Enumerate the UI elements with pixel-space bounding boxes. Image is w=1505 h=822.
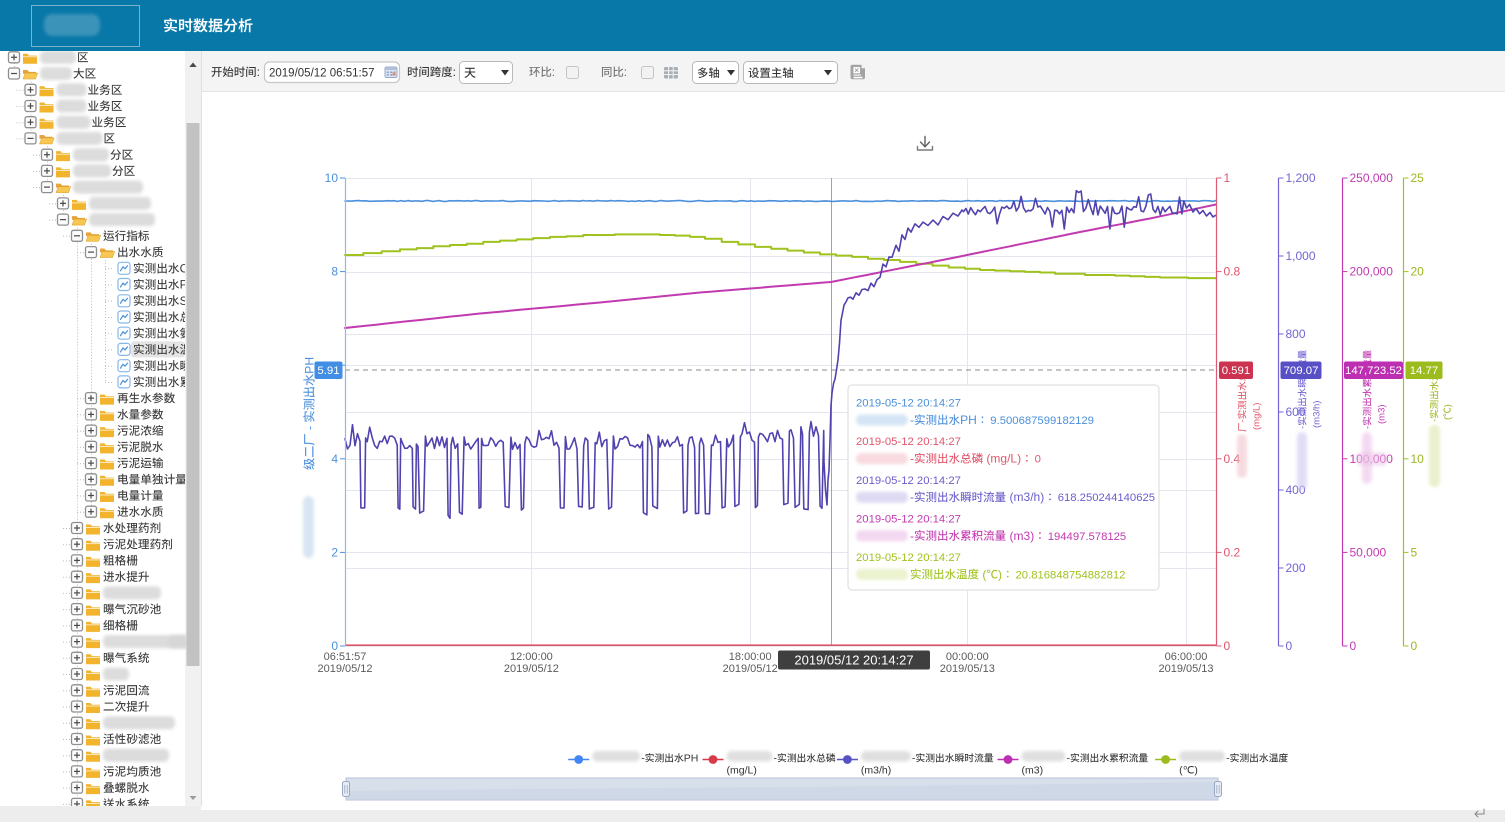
svg-text:9.500687599182129: 9.500687599182129	[990, 415, 1094, 427]
svg-text:709.07: 709.07	[1284, 365, 1319, 377]
svg-text:(m3): (m3)	[1377, 404, 1388, 424]
svg-text:0.591: 0.591	[1222, 365, 1251, 377]
svg-text:14.77: 14.77	[1410, 365, 1439, 377]
svg-text:(m3/h): (m3/h)	[1006, 490, 1044, 504]
svg-text:): )	[998, 567, 1002, 581]
svg-text:2019/05/12 06:51:57: 2019/05/12 06:51:57	[269, 68, 375, 80]
svg-text:-: -	[1238, 419, 1249, 422]
svg-text:(℃): (℃)	[1179, 765, 1198, 777]
svg-text:1,000: 1,000	[1286, 249, 1316, 263]
svg-text:-: -	[774, 753, 778, 765]
svg-text:00:00:00: 00:00:00	[946, 651, 989, 663]
svg-text:10: 10	[1411, 452, 1425, 466]
svg-text:50,000: 50,000	[1350, 545, 1387, 559]
svg-text:2019-05-12 20:14:27: 2019-05-12 20:14:27	[856, 398, 961, 410]
svg-text:-: -	[303, 423, 317, 434]
svg-text:2019-05-12 20:14:27: 2019-05-12 20:14:27	[856, 436, 961, 448]
svg-text:1,200: 1,200	[1286, 171, 1316, 185]
svg-text:194497.578125: 194497.578125	[1048, 531, 1127, 543]
svg-text:(mg/L): (mg/L)	[983, 452, 1021, 466]
svg-text:2019-05-12 20:14:27: 2019-05-12 20:14:27	[856, 513, 961, 525]
svg-text:-: -	[910, 413, 914, 427]
svg-text:8: 8	[331, 265, 338, 279]
svg-text:-: -	[1226, 753, 1230, 765]
svg-text:(mg/L): (mg/L)	[1252, 403, 1263, 430]
svg-text:2019/05/12: 2019/05/12	[723, 663, 778, 675]
svg-text:2019/05/12 20:14:27: 2019/05/12 20:14:27	[794, 653, 913, 668]
svg-text::: :	[453, 65, 456, 79]
svg-text:-: -	[1067, 753, 1071, 765]
svg-text::: :	[552, 65, 555, 79]
svg-text:800: 800	[1286, 327, 1306, 341]
svg-text:18:00:00: 18:00:00	[729, 651, 772, 663]
svg-text:-: -	[912, 753, 916, 765]
svg-text:25: 25	[1411, 171, 1425, 185]
svg-text:-: -	[910, 529, 914, 543]
svg-text:5.91: 5.91	[317, 365, 339, 377]
svg-text:(m3/h): (m3/h)	[861, 765, 891, 777]
svg-text:2019/05/13: 2019/05/13	[940, 663, 995, 675]
svg-text:06:00:00: 06:00:00	[1165, 651, 1208, 663]
svg-text::: :	[624, 65, 627, 79]
svg-text:2019/05/12: 2019/05/12	[317, 663, 372, 675]
svg-text:0: 0	[1286, 639, 1293, 653]
svg-text:2: 2	[331, 545, 338, 559]
svg-text:2019-05-12 20:14:27: 2019-05-12 20:14:27	[856, 475, 961, 487]
svg-text:-: -	[910, 490, 914, 504]
svg-text:0: 0	[1224, 639, 1231, 653]
svg-text:4: 4	[331, 452, 338, 466]
svg-text:618.250244140625: 618.250244140625	[1058, 492, 1155, 504]
svg-text:0.2: 0.2	[1224, 545, 1241, 559]
svg-text:0.8: 0.8	[1224, 265, 1241, 279]
svg-text:PH: PH	[960, 413, 977, 427]
svg-text:200: 200	[1286, 561, 1306, 575]
svg-text:20.816848754882812: 20.816848754882812	[1016, 569, 1126, 581]
svg-text:200,000: 200,000	[1350, 265, 1394, 279]
svg-text:06:51:57: 06:51:57	[324, 651, 367, 663]
svg-text:147,723.52: 147,723.52	[1345, 365, 1402, 377]
svg-text:-: -	[910, 452, 914, 466]
svg-text:20: 20	[1411, 265, 1425, 279]
svg-text:(m3/h): (m3/h)	[1312, 401, 1323, 428]
svg-text:-: -	[641, 753, 645, 765]
svg-text:250,000: 250,000	[1350, 171, 1394, 185]
svg-text:2019/05/13: 2019/05/13	[1158, 663, 1213, 675]
svg-text:-: -	[1298, 426, 1309, 429]
svg-text:(m3): (m3)	[1022, 765, 1044, 777]
svg-text:(m3): (m3)	[1006, 529, 1034, 543]
svg-text:10: 10	[325, 171, 339, 185]
svg-text:PH: PH	[684, 753, 699, 765]
svg-text:(mg/L): (mg/L)	[727, 765, 757, 777]
svg-text:5: 5	[1411, 545, 1418, 559]
svg-text:1: 1	[1224, 171, 1231, 185]
svg-text:2019-05-12 20:14:27: 2019-05-12 20:14:27	[856, 552, 961, 564]
svg-text:0: 0	[1350, 639, 1357, 653]
svg-text:2019/05/12: 2019/05/12	[504, 663, 559, 675]
svg-text:-: -	[1430, 419, 1441, 422]
svg-text:0: 0	[1035, 454, 1041, 466]
svg-text::: :	[257, 65, 260, 79]
svg-text:-: -	[1363, 426, 1374, 429]
svg-text:0: 0	[1411, 639, 1418, 653]
svg-text:): )	[1443, 404, 1454, 407]
svg-text:12:00:00: 12:00:00	[510, 651, 553, 663]
svg-text:(: (	[979, 567, 986, 581]
